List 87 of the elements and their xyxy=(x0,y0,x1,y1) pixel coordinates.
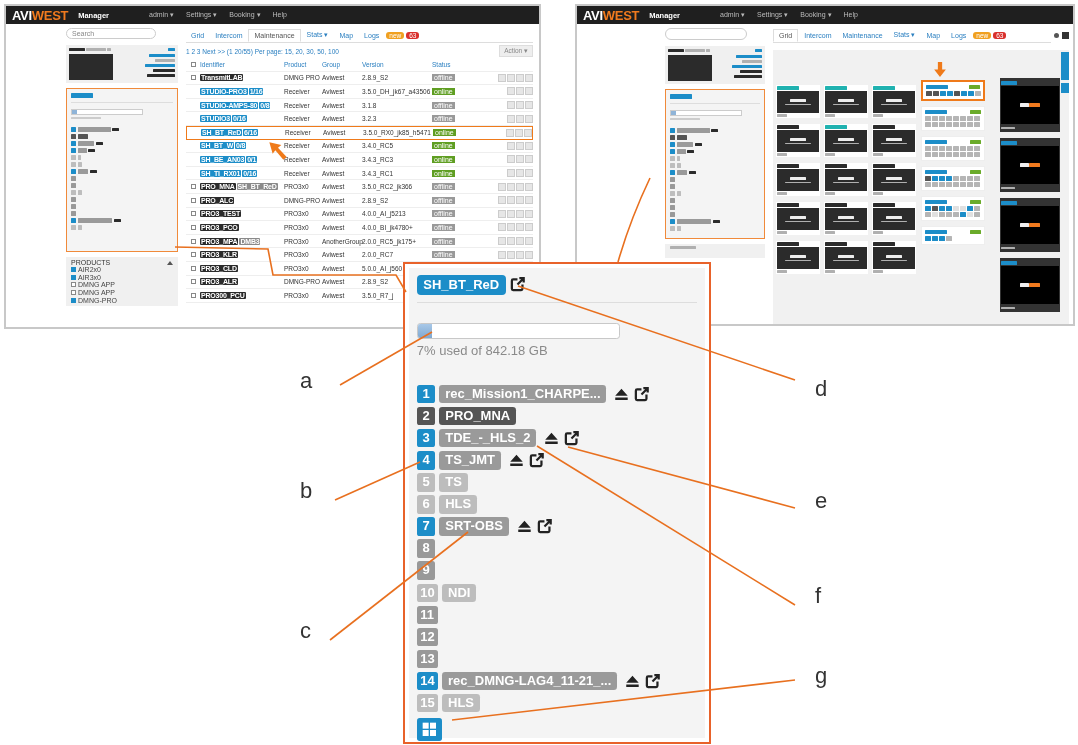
unit-tile-drawing[interactable] xyxy=(872,163,916,196)
unit-tile-drawing[interactable] xyxy=(776,85,820,118)
output-tile-drawing[interactable] xyxy=(1000,258,1060,312)
annotation-letter: a xyxy=(300,370,313,392)
receiver-card[interactable] xyxy=(921,80,985,101)
output-tile-drawing[interactable] xyxy=(1000,138,1060,192)
eject-icon[interactable] xyxy=(624,673,640,689)
channel-number: 1 xyxy=(416,384,436,404)
channel-name-badge[interactable]: TDE_-_HLS_2 xyxy=(439,428,537,448)
annotation-letter: b xyxy=(300,480,313,502)
unit-tile-drawing[interactable] xyxy=(872,241,916,274)
unit-tile-drawing[interactable] xyxy=(872,85,916,118)
checkbox[interactable] xyxy=(71,267,76,273)
output-tile-drawing[interactable] xyxy=(1000,78,1060,132)
channel-number: 3 xyxy=(416,428,436,448)
grid-view-button[interactable] xyxy=(416,717,443,741)
channel-number: 5 xyxy=(416,473,436,492)
external-link-icon[interactable] xyxy=(634,386,650,402)
checkbox[interactable] xyxy=(71,282,76,288)
eject-icon[interactable] xyxy=(508,452,524,468)
side-tab-button[interactable] xyxy=(1061,52,1069,80)
unit-tile-drawing[interactable] xyxy=(776,163,820,196)
channel-name-badge[interactable]: rec_Mission1_CHARPE... xyxy=(439,384,607,404)
annotation-letter: g xyxy=(815,665,828,687)
checkbox[interactable] xyxy=(190,265,196,271)
channel-name-badge[interactable]: PRO_MNA xyxy=(439,406,517,426)
unit-tile-drawing[interactable] xyxy=(824,124,868,157)
external-link-icon[interactable] xyxy=(510,277,526,293)
unit-tile-drawing[interactable] xyxy=(872,124,916,157)
checkbox[interactable] xyxy=(71,290,76,296)
toolbar-icon[interactable] xyxy=(1054,33,1059,38)
caret-icon[interactable] xyxy=(167,260,173,265)
checkbox[interactable] xyxy=(71,274,76,280)
annotation-letter: d xyxy=(815,378,828,400)
external-link-icon[interactable] xyxy=(645,673,660,689)
channel-number: 11 xyxy=(416,605,438,625)
channel-number: 10 xyxy=(416,583,439,602)
checkbox[interactable] xyxy=(190,279,196,285)
unit-tile-drawing[interactable] xyxy=(824,202,868,235)
external-link-icon[interactable] xyxy=(564,430,580,446)
output-tile-drawing[interactable] xyxy=(1000,198,1060,252)
annotation-letter: f xyxy=(815,585,822,607)
grid-icon xyxy=(420,721,439,738)
channel-number: 4 xyxy=(416,451,436,470)
lock-button[interactable] xyxy=(498,73,506,82)
channel-number: 13 xyxy=(416,649,439,669)
channel-number: 2 xyxy=(416,406,436,426)
unit-tile-drawing[interactable] xyxy=(776,202,820,235)
checkbox[interactable] xyxy=(190,252,196,258)
checkbox[interactable] xyxy=(190,211,196,217)
unit-tile-drawing[interactable] xyxy=(776,241,820,274)
storage-usage-text: 7% used of 842.18 GB xyxy=(416,342,549,358)
checkbox[interactable] xyxy=(71,297,76,303)
channel-name-badge[interactable]: TS_JMT xyxy=(439,451,501,470)
eject-icon[interactable] xyxy=(516,519,532,534)
checkbox[interactable] xyxy=(190,238,196,244)
unit-tile-drawing[interactable] xyxy=(824,163,868,196)
channel-number: 8 xyxy=(416,539,436,558)
checkbox[interactable] xyxy=(190,224,196,230)
unit-tile-drawing[interactable] xyxy=(824,85,868,118)
pointer-arrow-icon xyxy=(932,61,948,78)
checkbox[interactable] xyxy=(190,292,196,298)
channel-number: 14 xyxy=(416,671,439,691)
checkbox[interactable] xyxy=(190,61,196,67)
external-link-icon[interactable] xyxy=(536,519,552,534)
channel-number: 12 xyxy=(416,627,439,647)
channel-number: 6 xyxy=(416,495,436,514)
channel-number: 15 xyxy=(416,693,439,713)
external-link-icon[interactable] xyxy=(528,452,544,468)
unit-tile-drawing[interactable] xyxy=(824,241,868,274)
eject-icon[interactable] xyxy=(544,430,560,446)
side-tab-button[interactable] xyxy=(1061,83,1069,93)
checkbox[interactable] xyxy=(190,184,196,190)
unit-tile-drawing[interactable] xyxy=(776,124,820,157)
recorder-name-badge[interactable]: SH_BT_ReD xyxy=(416,274,506,295)
checkbox[interactable] xyxy=(190,75,196,81)
annotation-letter: c xyxy=(300,620,311,642)
channel-name-badge[interactable]: rec_DMNG-LAG4_11-21_... xyxy=(442,671,618,691)
channel-number: 7 xyxy=(416,517,436,536)
checkbox[interactable] xyxy=(190,197,196,203)
channel-name-badge[interactable]: SRT-OBS xyxy=(439,517,509,536)
unit-tile-drawing[interactable] xyxy=(872,202,916,235)
aviwest-logo: AVIWEST xyxy=(583,7,640,23)
eject-icon[interactable] xyxy=(614,386,630,402)
expand-button[interactable] xyxy=(1062,32,1069,39)
aviwest-logo: AVIWEST xyxy=(12,7,69,23)
annotation-letter: e xyxy=(815,490,828,512)
